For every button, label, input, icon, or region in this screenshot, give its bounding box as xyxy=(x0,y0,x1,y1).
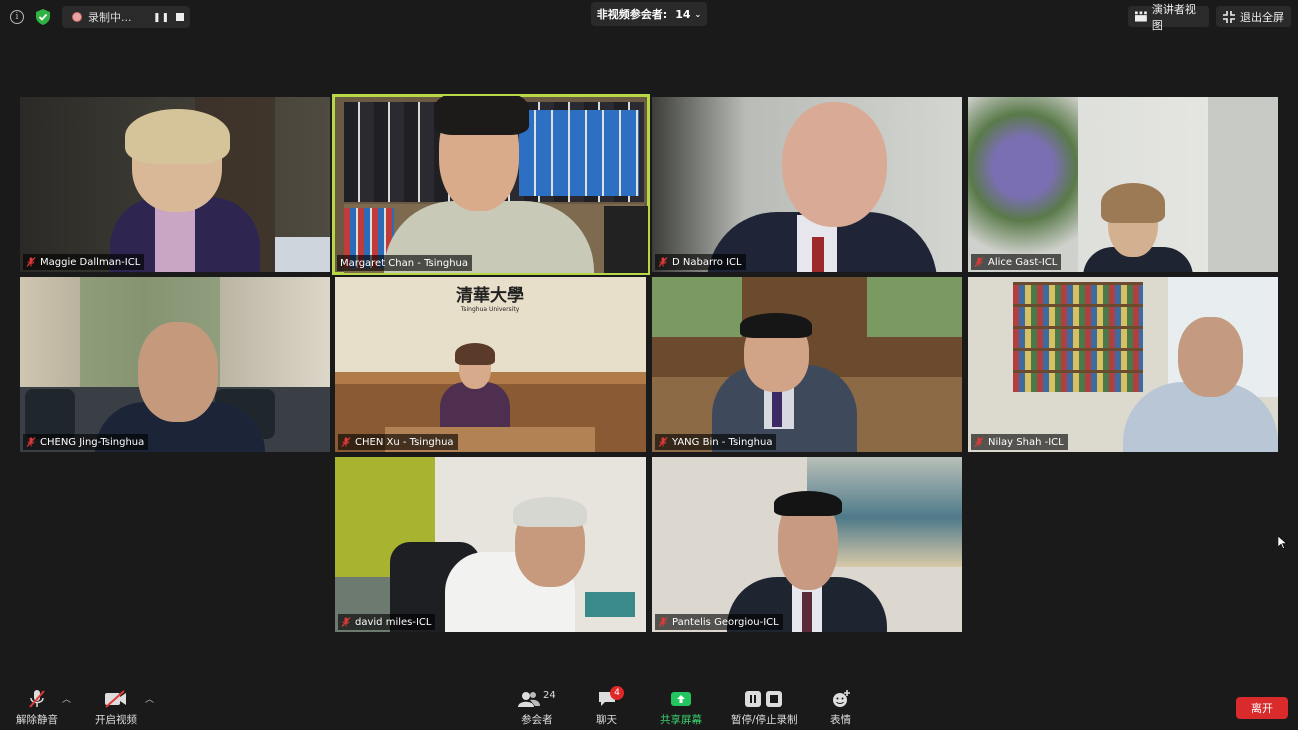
share-screen-icon xyxy=(670,688,692,710)
unmute-button[interactable]: 解除静音 xyxy=(16,688,58,727)
muted-microphone-icon xyxy=(28,688,46,710)
participants-label: 参会者 xyxy=(521,714,553,726)
video-tile-maggie-dallman[interactable]: Maggie Dallman-ICL xyxy=(20,97,330,272)
video-tile-pantelis-georgiou[interactable]: Pantelis Georgiou-ICL xyxy=(652,457,962,632)
participant-name: Margaret Chan - Tsinghua xyxy=(340,257,468,269)
pause-stop-recording-button[interactable]: 暂停/停止录制 xyxy=(731,688,798,727)
muted-mic-icon xyxy=(974,257,984,267)
participant-name: Maggie Dallman-ICL xyxy=(40,256,141,268)
participants-count: 24 xyxy=(543,689,556,701)
participant-namebar: Nilay Shah -ICL xyxy=(971,434,1068,450)
unmute-label: 解除静音 xyxy=(16,714,58,726)
share-screen-label: 共享屏幕 xyxy=(660,714,702,726)
speaker-view-icon xyxy=(1135,11,1147,22)
share-screen-button[interactable]: 共享屏幕 xyxy=(660,688,702,727)
participant-namebar: Pantelis Georgiou-ICL xyxy=(655,614,783,630)
speaker-view-button[interactable]: 演讲者视图 xyxy=(1128,3,1209,32)
participants-button[interactable]: 24 参会者 xyxy=(518,688,556,727)
video-tile-alice-gast[interactable]: Alice Gast-ICL xyxy=(968,97,1278,272)
shield-icon[interactable] xyxy=(33,7,53,27)
participant-name: david miles-ICL xyxy=(355,616,432,628)
nonvideo-participants-dropdown[interactable]: 非视频参会者: 14 ⌄ xyxy=(591,2,707,26)
exit-fullscreen-label: 退出全屏 xyxy=(1240,10,1284,24)
muted-mic-icon xyxy=(341,437,351,447)
participant-namebar: D Nabarro ICL xyxy=(655,254,746,270)
muted-mic-icon xyxy=(658,617,668,627)
participant-name: YANG Bin - Tsinghua xyxy=(672,436,773,448)
video-off-icon xyxy=(104,688,128,710)
exit-fullscreen-icon xyxy=(1223,10,1235,23)
video-tile-cheng-jing[interactable]: CHENG Jing-Tsinghua xyxy=(20,277,330,452)
exit-fullscreen-button[interactable]: 退出全屏 xyxy=(1216,6,1291,27)
speaker-view-label: 演讲者视图 xyxy=(1151,2,1196,32)
tsinghua-sign: 清華大學 Tsinghua University xyxy=(440,281,540,321)
audio-options-caret-icon[interactable]: ︿ xyxy=(62,692,71,705)
participant-namebar: CHENG Jing-Tsinghua xyxy=(23,434,149,450)
stop-recording-icon[interactable] xyxy=(176,13,184,21)
participant-name: CHENG Jing-Tsinghua xyxy=(40,436,145,448)
video-options-caret-icon[interactable]: ︿ xyxy=(145,692,154,705)
mouse-cursor-icon xyxy=(1278,536,1287,549)
muted-mic-icon xyxy=(341,617,351,627)
participant-name: CHEN Xu - Tsinghua xyxy=(355,436,454,448)
muted-mic-icon xyxy=(974,437,984,447)
muted-mic-icon xyxy=(26,257,36,267)
pause-stop-icon xyxy=(744,688,784,710)
muted-mic-icon xyxy=(26,437,36,447)
recording-indicator: 录制中... ❚❚ xyxy=(62,6,190,28)
participants-icon xyxy=(518,692,540,707)
participant-namebar: david miles-ICL xyxy=(338,614,436,630)
video-tile-david-miles[interactable]: david miles-ICL xyxy=(335,457,646,632)
participant-name: Alice Gast-ICL xyxy=(988,256,1058,268)
start-video-label: 开启视频 xyxy=(95,714,137,726)
pause-stop-recording-label: 暂停/停止录制 xyxy=(731,714,798,726)
video-tile-nilay-shah[interactable]: Nilay Shah -ICL xyxy=(968,277,1278,452)
participant-name: D Nabarro ICL xyxy=(672,256,742,268)
participant-name: Nilay Shah -ICL xyxy=(988,436,1064,448)
info-icon[interactable]: i xyxy=(7,7,27,27)
leave-button[interactable]: 离开 xyxy=(1236,697,1288,719)
start-video-button[interactable]: 开启视频 xyxy=(95,688,137,727)
video-tile-yang-bin[interactable]: YANG Bin - Tsinghua xyxy=(652,277,962,452)
muted-mic-icon xyxy=(658,257,668,267)
reactions-button[interactable]: 表情 xyxy=(830,688,851,727)
reactions-label: 表情 xyxy=(830,714,851,726)
recording-label: 录制中... xyxy=(88,11,132,24)
tsinghua-sign-cn: 清華大學 xyxy=(456,286,524,306)
pause-recording-icon[interactable]: ❚❚ xyxy=(153,13,170,23)
video-tile-chen-xu[interactable]: 清華大學 Tsinghua University CHEN Xu - Tsing… xyxy=(335,277,646,452)
reactions-icon xyxy=(831,688,851,710)
chat-unread-badge: 4 xyxy=(610,686,624,700)
tsinghua-sign-en: Tsinghua University xyxy=(460,306,520,313)
chevron-down-icon: ⌄ xyxy=(694,9,702,19)
recording-dot-icon xyxy=(72,12,82,22)
participant-name: Pantelis Georgiou-ICL xyxy=(672,616,779,628)
video-tile-margaret-chan[interactable]: Margaret Chan - Tsinghua xyxy=(332,94,650,275)
participant-namebar: CHEN Xu - Tsinghua xyxy=(338,434,458,450)
participant-namebar: Margaret Chan - Tsinghua xyxy=(337,255,472,271)
nonvideo-count: 14 xyxy=(675,7,691,21)
participant-namebar: Alice Gast-ICL xyxy=(971,254,1062,270)
nonvideo-label: 非视频参会者: xyxy=(596,8,668,21)
muted-mic-icon xyxy=(658,437,668,447)
video-tile-d-nabarro[interactable]: D Nabarro ICL xyxy=(652,97,962,272)
participant-namebar: YANG Bin - Tsinghua xyxy=(655,434,777,450)
participant-namebar: Maggie Dallman-ICL xyxy=(23,254,145,270)
chat-label: 聊天 xyxy=(596,714,617,726)
